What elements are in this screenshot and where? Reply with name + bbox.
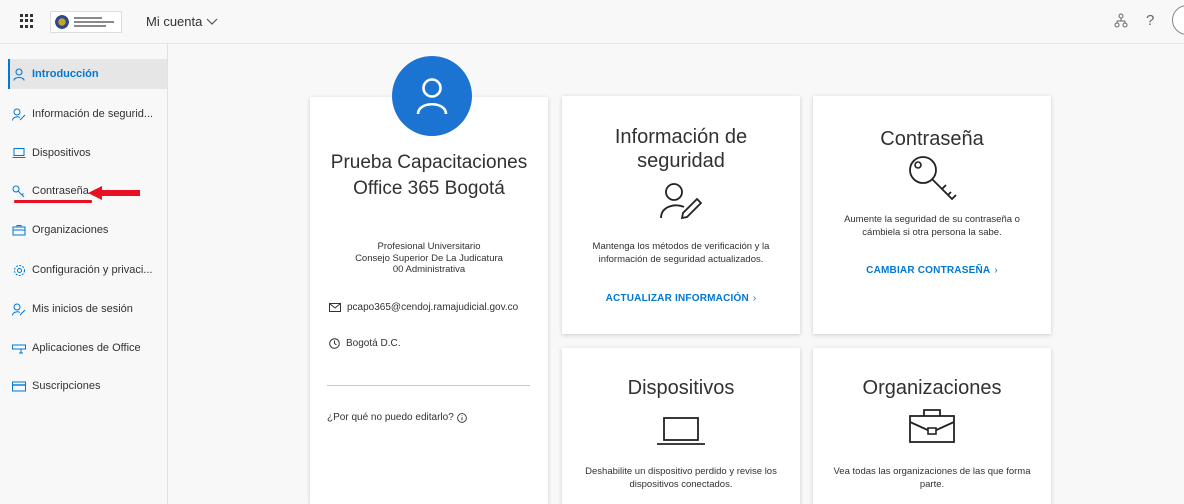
profile-avatar: [392, 56, 472, 136]
sidebar-item-inicios-sesion[interactable]: Mis inicios de sesión: [8, 294, 167, 324]
laptop-icon: [12, 146, 26, 160]
change-password-label: CAMBIAR CONTRASEÑA: [866, 265, 991, 276]
organizations-description: Vea todas las organizaciones de las que …: [833, 466, 1031, 490]
update-info-link[interactable]: ACTUALIZAR INFORMACIÓN ›: [562, 293, 800, 304]
person-edit-icon: [660, 183, 702, 220]
organizations-card: Organizaciones Vea todas las organizacio…: [813, 348, 1051, 504]
gear-icon: [12, 263, 26, 277]
briefcase-icon: [12, 223, 26, 237]
sidebar-item-configuracion[interactable]: Configuración y privaci...: [8, 255, 167, 285]
devices-description: Deshabilite un dispositivo perdido y rev…: [585, 466, 777, 490]
info-icon[interactable]: [456, 412, 467, 423]
profile-email: pcapo365@cendoj.ramajudicial.gov.co: [347, 302, 519, 313]
security-info-card: Información de seguridad Mantenga los mé…: [562, 96, 800, 334]
key-icon: [12, 184, 26, 198]
profile-job: Profesional Universitario Consejo Superi…: [310, 241, 548, 276]
app-title-menu[interactable]: Mi cuenta: [146, 14, 218, 29]
sidebar-item-label: Dispositivos: [32, 147, 91, 159]
why-cant-edit-label: ¿Por qué no puedo editarlo?: [327, 412, 454, 423]
sidebar-item-label: Configuración y privaci...: [32, 264, 153, 276]
briefcase-icon: [909, 409, 955, 443]
devices-card: Dispositivos Deshabilite un dispositivo …: [562, 348, 800, 504]
person-key-icon: [12, 302, 26, 316]
person-icon: [12, 67, 26, 81]
chevron-right-icon: ›: [994, 265, 998, 276]
profile-email-row: pcapo365@cendoj.ramajudicial.gov.co: [329, 302, 518, 313]
password-title: Contraseña: [880, 128, 984, 150]
chevron-down-icon: [206, 18, 218, 25]
org-chart-icon[interactable]: [1114, 13, 1128, 29]
password-description: Aumente la seguridad de su contraseña o …: [844, 214, 1020, 238]
sidebar-item-label: Información de segurid...: [32, 108, 154, 120]
annotation-underline: [14, 200, 92, 203]
sidebar-item-organizaciones[interactable]: Organizaciones: [8, 215, 167, 245]
sidebar-item-dispositivos[interactable]: Dispositivos: [8, 138, 167, 168]
sidebar-item-label: Mis inicios de sesión: [32, 303, 133, 315]
account-avatar[interactable]: [1172, 5, 1184, 35]
organization-logo[interactable]: [50, 11, 122, 33]
sidebar-item-suscripciones[interactable]: Suscripciones: [8, 371, 167, 401]
mail-icon: [329, 303, 341, 312]
update-info-label: ACTUALIZAR INFORMACIÓN: [605, 293, 749, 304]
clock-icon: [329, 338, 340, 349]
sidebar-item-introduccion[interactable]: Introducción: [8, 59, 167, 89]
sidebar: Introducción Información de segurid... D…: [0, 44, 168, 504]
sidebar-item-label: Suscripciones: [32, 380, 101, 392]
top-bar: Mi cuenta ?: [0, 0, 1184, 44]
sidebar-item-label: Organizaciones: [32, 224, 109, 236]
waffle-icon[interactable]: [20, 14, 34, 28]
laptop-icon: [657, 417, 705, 445]
chevron-right-icon: ›: [752, 293, 757, 304]
profile-department: Consejo Superior De La Judicatura 00 Adm…: [355, 252, 503, 276]
annotation-arrow-icon: [88, 186, 140, 200]
profile-location-row: Bogotá D.C.: [329, 338, 400, 349]
sidebar-item-label: Introducción: [32, 68, 99, 80]
profile-title: Profesional Universitario: [377, 241, 481, 252]
password-card: Contraseña Aumente la seguridad de su co…: [813, 96, 1051, 334]
card-icon: [12, 379, 26, 393]
devices-title: Dispositivos: [627, 377, 735, 399]
person-icon: [416, 78, 448, 115]
help-icon[interactable]: ?: [1146, 12, 1154, 29]
person-key-icon: [12, 107, 26, 121]
sidebar-item-label: Contraseña: [32, 185, 89, 197]
app-title: Mi cuenta: [146, 14, 203, 29]
sidebar-item-label: Aplicaciones de Office: [32, 342, 141, 354]
profile-name: Prueba Capacitaciones Office 365 Bogotá: [330, 152, 528, 199]
security-info-title: Información de seguridad: [614, 126, 748, 172]
why-cant-edit-link[interactable]: ¿Por qué no puedo editarlo?: [327, 412, 467, 423]
change-password-link[interactable]: CAMBIAR CONTRASEÑA ›: [813, 265, 1051, 276]
sidebar-item-informacion-seguridad[interactable]: Información de segurid...: [8, 99, 167, 129]
profile-divider: [327, 385, 530, 386]
apps-icon: [12, 341, 26, 355]
key-icon: [909, 156, 957, 201]
sidebar-item-aplicaciones-office[interactable]: Aplicaciones de Office: [8, 333, 167, 363]
profile-location: Bogotá D.C.: [346, 338, 401, 349]
security-info-description: Mantenga los métodos de verificación y l…: [592, 241, 770, 265]
organizations-title: Organizaciones: [862, 377, 1002, 399]
